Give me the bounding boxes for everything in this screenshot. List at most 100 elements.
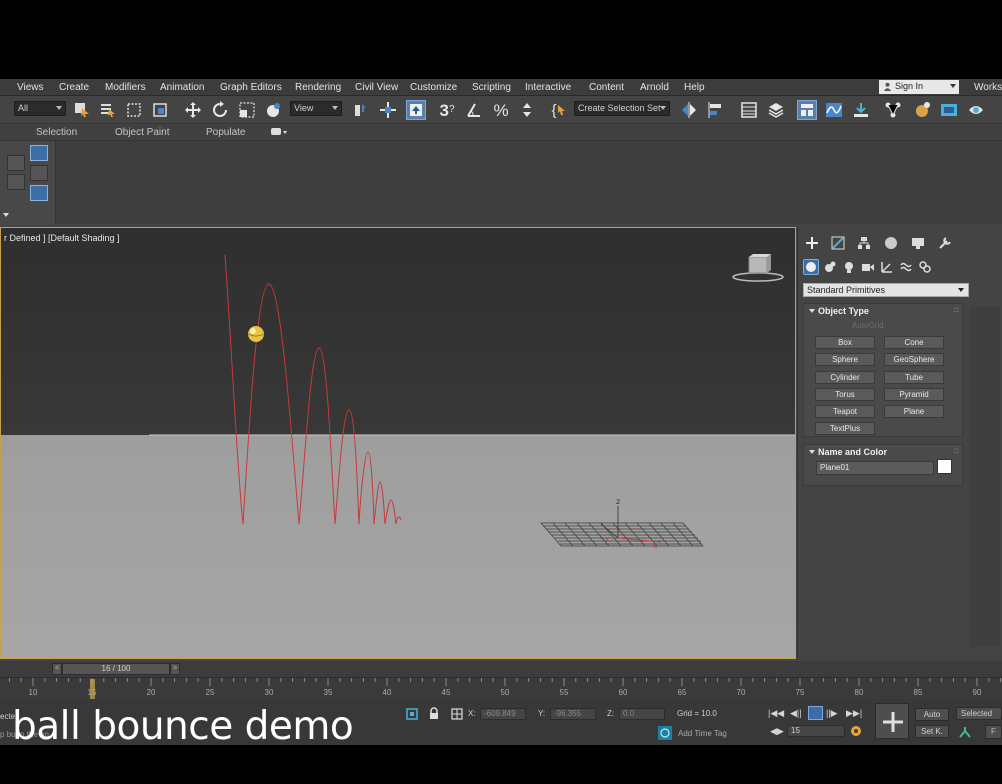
previous-frame-icon[interactable]: ◀|| [790, 708, 802, 719]
lights-icon[interactable] [841, 259, 857, 275]
ball[interactable] [247, 326, 265, 342]
select-manipulate-icon[interactable] [378, 100, 398, 120]
key-mode-toggle-icon[interactable]: ◀▶ [770, 726, 784, 737]
menu-graph-editors[interactable]: Graph Editors [220, 82, 282, 93]
next-frame-icon[interactable]: ||▶ [826, 708, 838, 719]
material-editor-icon[interactable] [912, 100, 932, 120]
box-button[interactable]: Box [815, 336, 875, 349]
ribbon-tool-button[interactable] [7, 174, 25, 190]
utilities-tab-icon[interactable] [937, 235, 953, 251]
tube-button[interactable]: Tube [884, 371, 944, 384]
plane01-grid[interactable] [540, 522, 704, 547]
ribbon-tool-button[interactable] [30, 165, 48, 181]
y-coordinate-field[interactable]: -96.355 [550, 708, 596, 720]
helpers-icon[interactable] [879, 259, 895, 275]
spinner-snap-icon[interactable] [517, 100, 537, 120]
snaps-toggle-icon[interactable]: 3? [437, 100, 457, 120]
prev-frame-arrow-icon[interactable]: < [52, 663, 62, 675]
drag-handle-icon[interactable]: :: [954, 446, 959, 455]
menu-modifiers[interactable]: Modifiers [105, 82, 146, 93]
rotate-icon[interactable] [210, 100, 230, 120]
auto-key-button[interactable]: Auto [915, 708, 949, 721]
next-frame-arrow-icon[interactable]: > [170, 663, 180, 675]
menu-scripting[interactable]: Scripting [472, 82, 511, 93]
ribbon-tab-populate[interactable]: Populate [206, 127, 245, 138]
angle-snap-icon[interactable] [464, 100, 484, 120]
trackbar[interactable]: 10 15 20 25 30 35 40 45 50 55 60 65 70 75 80 85 90 [0, 677, 1002, 699]
create-tab-plus-icon[interactable] [804, 235, 820, 251]
keyboard-shortcut-override-icon[interactable] [406, 100, 426, 120]
time-configuration-icon[interactable] [850, 725, 862, 740]
menu-rendering[interactable]: Rendering [295, 82, 341, 93]
menu-help[interactable]: Help [684, 82, 705, 93]
pyramid-button[interactable]: Pyramid [884, 388, 944, 401]
drag-handle-icon[interactable]: :: [954, 305, 959, 314]
x-coordinate-field[interactable]: -609.849 [480, 708, 526, 720]
menu-interactive[interactable]: Interactive [525, 82, 571, 93]
render-production-icon[interactable] [966, 100, 986, 120]
ribbon-tool-button[interactable] [30, 145, 48, 161]
geometry-icon[interactable] [803, 259, 819, 275]
display-tab-icon[interactable] [910, 235, 926, 251]
curve-editor-icon[interactable] [824, 100, 844, 120]
menu-animation[interactable]: Animation [160, 82, 204, 93]
shapes-icon[interactable] [822, 259, 838, 275]
z-coordinate-field[interactable]: 0.0 [619, 708, 665, 720]
align-icon[interactable] [706, 100, 726, 120]
mirror-icon[interactable] [679, 100, 699, 120]
ribbon-tool-button[interactable] [7, 155, 25, 171]
object-name-field[interactable]: Plane01 [816, 461, 934, 475]
teapot-button[interactable]: Teapot [815, 405, 875, 418]
layer-explorer-icon[interactable] [766, 100, 786, 120]
cylinder-button[interactable]: Cylinder [815, 371, 875, 384]
current-frame-field[interactable]: 15 [787, 725, 845, 737]
ribbon-tab-object-paint[interactable]: Object Paint [115, 127, 169, 138]
rendered-frame-window-icon[interactable] [939, 100, 959, 120]
name-and-color-header[interactable]: Name and Color :: [804, 445, 964, 459]
go-to-start-icon[interactable]: |◀◀ [768, 708, 784, 719]
move-icon[interactable] [183, 100, 203, 120]
workspace-label[interactable]: Worksp [974, 82, 1002, 93]
time-slider-thumb[interactable]: 16 / 100 [62, 663, 170, 675]
sign-in-dropdown[interactable]: Sign In [879, 80, 959, 94]
reference-coordinate-dropdown[interactable]: View [290, 101, 342, 116]
render-setup-icon[interactable] [851, 100, 871, 120]
menu-customize[interactable]: Customize [410, 82, 457, 93]
ribbon-toggle-icon[interactable] [797, 100, 817, 120]
go-to-end-icon[interactable]: ▶▶| [846, 708, 862, 719]
absolute-mode-icon[interactable] [451, 708, 463, 723]
placement-icon[interactable] [263, 100, 283, 120]
selection-filter-dropdown[interactable]: All [14, 101, 66, 116]
menu-content[interactable]: Content [589, 82, 624, 93]
pivot-center-icon[interactable] [350, 100, 370, 120]
scale-icon[interactable] [237, 100, 257, 120]
percent-snap-icon[interactable]: % [491, 100, 511, 120]
key-filters-more-icon[interactable]: F [985, 725, 1002, 739]
menu-arnold[interactable]: Arnold [640, 82, 669, 93]
edit-named-selection-icon[interactable]: { [549, 100, 569, 120]
key-filters-icon[interactable] [958, 725, 972, 742]
plane-button[interactable]: Plane [884, 405, 944, 418]
geosphere-button[interactable]: GeoSphere [884, 353, 944, 366]
chevron-down-icon[interactable] [3, 213, 9, 217]
autogrid-checkbox[interactable]: AutoGrid [852, 321, 884, 330]
select-object-icon[interactable] [72, 100, 92, 120]
rectangular-selection-icon[interactable] [124, 100, 144, 120]
menu-civil-view[interactable]: Civil View [355, 82, 398, 93]
sphere-button[interactable]: Sphere [815, 353, 875, 366]
torus-button[interactable]: Torus [815, 388, 875, 401]
selected-dropdown[interactable]: Selected [956, 707, 1002, 720]
schematic-view-icon[interactable] [883, 100, 903, 120]
ribbon-tab-selection[interactable]: Selection [36, 127, 77, 138]
select-by-name-icon[interactable] [98, 100, 118, 120]
set-key-button[interactable]: Set K. [915, 725, 949, 738]
ribbon-options-icon[interactable] [271, 128, 287, 136]
ribbon-tool-button[interactable] [30, 185, 48, 201]
lock-icon[interactable] [428, 707, 440, 723]
cameras-icon[interactable] [860, 259, 876, 275]
systems-icon[interactable] [917, 259, 933, 275]
modify-tab-icon[interactable] [830, 235, 846, 251]
command-panel-scroll-area[interactable] [970, 307, 1000, 647]
perspective-viewport[interactable]: r Defined ] [Default Shading ] x x z [0, 227, 796, 659]
scene-explorer-icon[interactable] [739, 100, 759, 120]
